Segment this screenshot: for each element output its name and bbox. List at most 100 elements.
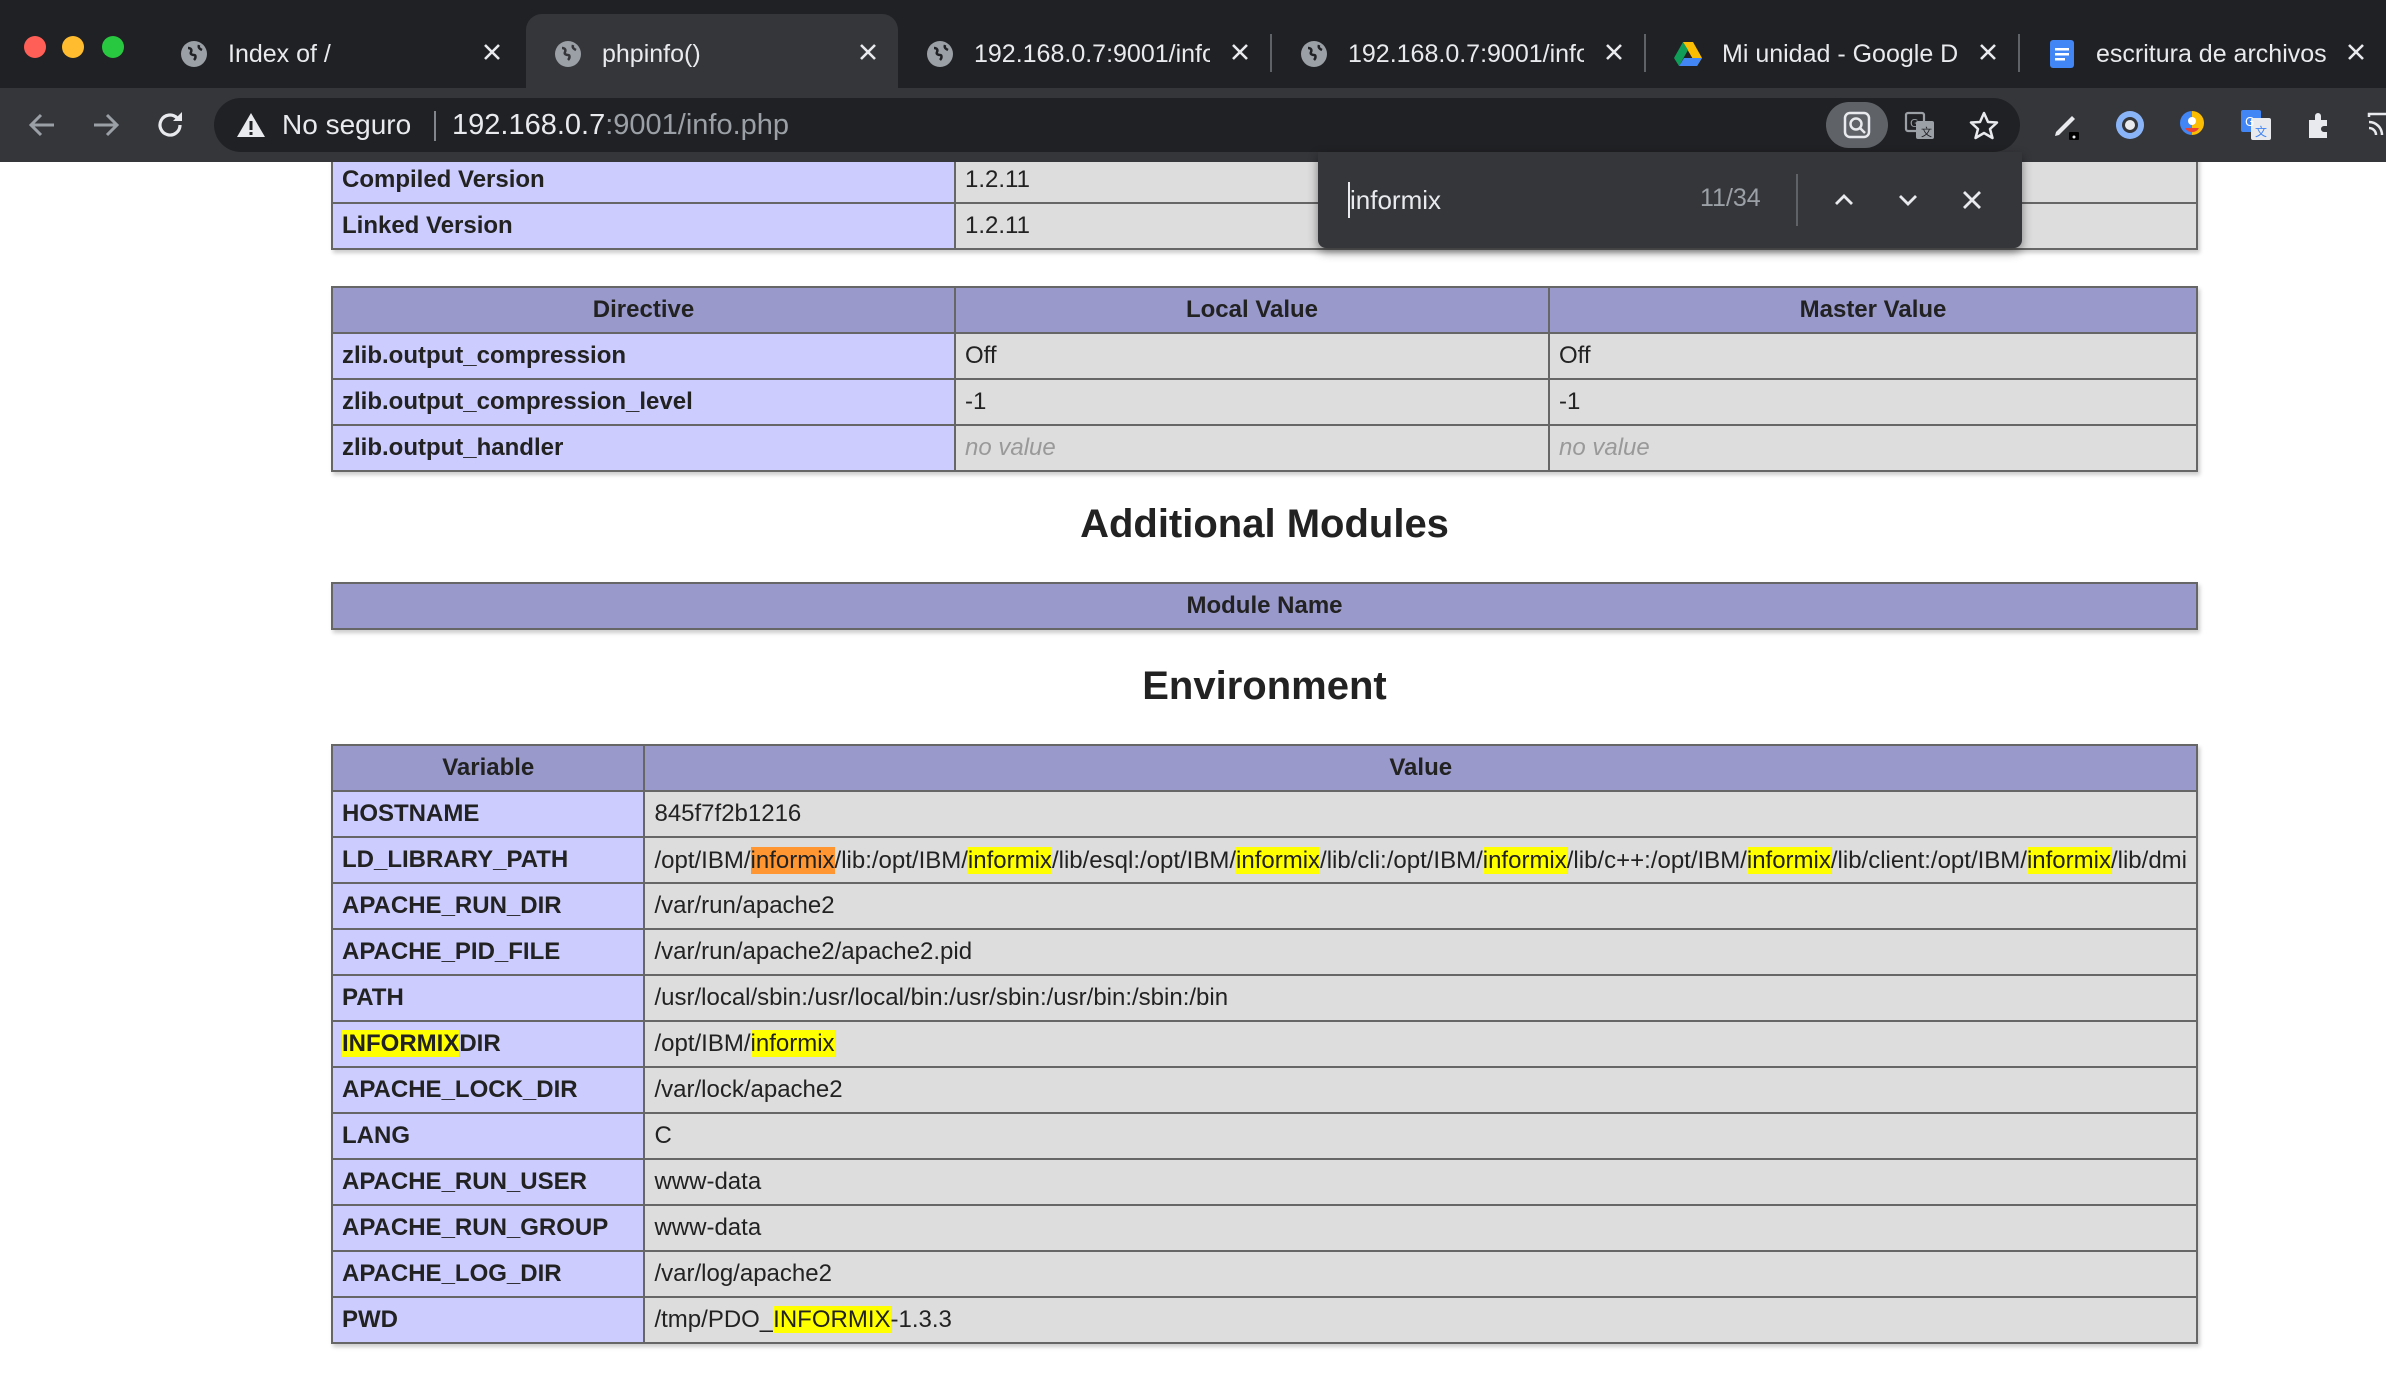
close-icon[interactable] xyxy=(2340,36,2372,68)
table-row: INFORMIXDIR/opt/IBM/informix xyxy=(330,1020,2198,1068)
table-row: APACHE_LOCK_DIR/var/lock/apache2 xyxy=(330,1066,2198,1114)
variable-value: C xyxy=(643,1112,2198,1160)
tab-title: 192.168.0.7:9001/info xyxy=(1348,40,1584,68)
find-in-page-lens-icon[interactable] xyxy=(1826,102,1888,148)
column-header: Variable xyxy=(330,744,646,792)
table-row: LANG C xyxy=(330,1112,2198,1160)
address-bar[interactable]: No seguro 192.168.0.7:9001/info.php G文 xyxy=(214,98,2020,152)
tab-index[interactable]: Index of / xyxy=(152,14,522,88)
color-extension-icon[interactable] xyxy=(2172,105,2212,145)
reload-button[interactable] xyxy=(150,105,190,145)
find-next-button[interactable] xyxy=(1886,178,1930,222)
close-icon[interactable] xyxy=(852,36,884,68)
table-header-row: Variable Value xyxy=(330,744,2198,792)
tab-title: escritura de archivos xyxy=(2096,40,2326,68)
variable-name: INFORMIXDIR xyxy=(330,1020,646,1068)
search-match: informix xyxy=(967,846,1052,874)
variable-value: /usr/local/sbin:/usr/local/bin:/usr/sbin… xyxy=(643,974,2198,1022)
modules-table: Module Name xyxy=(331,582,2198,630)
window-minimize-button[interactable] xyxy=(62,36,84,58)
globe-icon xyxy=(1299,39,1329,69)
table-row: APACHE_RUN_GROUP www-data xyxy=(330,1204,2198,1252)
tab-google-docs[interactable]: escritura de archivos xyxy=(2020,14,2386,88)
url-text[interactable]: 192.168.0.7:9001/info.php xyxy=(452,110,789,140)
bookmark-star-icon[interactable] xyxy=(1964,106,2004,146)
table-row: APACHE_RUN_DIR/var/run/apache2 xyxy=(330,882,2198,930)
omnibox-divider xyxy=(434,111,436,141)
master-value: Off xyxy=(1548,332,2198,380)
variable-name: APACHE_RUN_USER xyxy=(330,1158,646,1206)
svg-text:文: 文 xyxy=(1921,125,1932,139)
variable-value: www-data xyxy=(643,1158,2198,1206)
find-previous-button[interactable] xyxy=(1822,178,1866,222)
cast-icon[interactable] xyxy=(2362,105,2386,145)
search-match: informix xyxy=(1236,846,1321,874)
find-input[interactable] xyxy=(1348,182,1668,218)
variable-name: LANG xyxy=(330,1112,646,1160)
column-header: Value xyxy=(643,744,2198,792)
pen-extension-icon[interactable] xyxy=(2046,105,2086,145)
window-close-button[interactable] xyxy=(24,36,46,58)
variable-value: /var/run/apache2/apache2.pid xyxy=(643,928,2198,976)
column-header: Module Name xyxy=(331,582,2198,630)
environment-heading: Environment xyxy=(1142,664,1387,708)
close-icon[interactable] xyxy=(1598,36,1630,68)
local-value: -1 xyxy=(954,378,1550,426)
table-row: APACHE_LOG_DIR/var/log/apache2 xyxy=(330,1250,2198,1298)
url-path: :9001/info.php xyxy=(605,109,790,141)
environment-rows: HOSTNAME 845f7f2b1216 LD_LIBRARY_PATH/opt/… xyxy=(330,790,2198,1344)
variable-value: www-data xyxy=(643,1204,2198,1252)
table-row: APACHE_PID_FILE/var/run/apache2/apache2.… xyxy=(330,928,2198,976)
google-docs-icon xyxy=(2047,39,2077,69)
find-bar: 11/34 xyxy=(1318,152,2022,248)
local-value: Off xyxy=(954,332,1550,380)
tab-title: Mi unidad - Google D xyxy=(1722,40,1958,68)
close-icon[interactable] xyxy=(1224,36,1256,68)
search-match: INFORMIX xyxy=(773,1306,891,1333)
find-match-count: 11/34 xyxy=(1700,184,1761,212)
close-icon[interactable] xyxy=(476,36,508,68)
close-icon[interactable] xyxy=(1972,36,2004,68)
directive-table: Directive Local Value Master Value zlib.… xyxy=(331,286,2198,472)
tab-phpinfo[interactable]: phpinfo() xyxy=(526,14,898,88)
table-row: PATH/usr/local/sbin:/usr/local/bin:/usr/… xyxy=(330,974,2198,1022)
security-label[interactable]: No seguro xyxy=(282,110,411,140)
table-row: LD_LIBRARY_PATH/opt/IBM/informix/lib:/op… xyxy=(330,836,2198,884)
search-match: informix xyxy=(750,1030,835,1057)
master-value: no value xyxy=(1548,424,2198,472)
variable-name: PATH xyxy=(330,974,646,1022)
variable-value: /tmp/PDO_INFORMIX-1.3.3 xyxy=(643,1296,2198,1344)
find-close-button[interactable] xyxy=(1950,178,1994,222)
variable-name: APACHE_RUN_DIR xyxy=(330,882,646,930)
warning-icon[interactable] xyxy=(236,112,266,143)
variable-value: /opt/IBM/informix/lib:/opt/IBM/informix/… xyxy=(643,836,2198,884)
row-label: Compiled Version xyxy=(331,162,956,204)
circle-extension-icon[interactable] xyxy=(2110,105,2150,145)
variable-name: PWD xyxy=(330,1296,646,1344)
variable-name: HOSTNAME xyxy=(330,790,646,838)
extensions-puzzle-icon[interactable] xyxy=(2300,105,2340,145)
tab-google-drive[interactable]: Mi unidad - Google D xyxy=(1646,14,2018,88)
window-zoom-button[interactable] xyxy=(102,36,124,58)
tab-strip: Index of / phpinfo() 192.168.0.7:9001/in… xyxy=(0,0,2386,88)
search-match: informix xyxy=(1746,846,1831,874)
table-row: zlib.output_handler no value no value xyxy=(331,424,2198,472)
page-content: Compiled Version 1.2.11 Linked Version 1… xyxy=(0,162,2386,1382)
row-label: Linked Version xyxy=(331,202,956,250)
tab-info-1[interactable]: 192.168.0.7:9001/info xyxy=(898,14,1270,88)
translate-icon[interactable]: G文 xyxy=(1900,106,1940,146)
back-button[interactable] xyxy=(22,105,62,145)
column-header: Directive xyxy=(331,286,956,334)
table-header-row: Module Name xyxy=(331,582,2198,630)
browser-toolbar: No seguro 192.168.0.7:9001/info.php G文 G… xyxy=(0,88,2386,162)
table-row: PWD/tmp/PDO_INFORMIX-1.3.3 xyxy=(330,1296,2198,1344)
globe-icon xyxy=(925,39,955,69)
variable-value: 845f7f2b1216 xyxy=(643,790,2198,838)
tab-info-2[interactable]: 192.168.0.7:9001/info xyxy=(1272,14,1644,88)
table-row: APACHE_RUN_USER www-data xyxy=(330,1158,2198,1206)
forward-button[interactable] xyxy=(86,105,126,145)
google-translate-icon[interactable]: G文 xyxy=(2236,105,2276,145)
search-match: informix xyxy=(1482,846,1567,874)
variable-name: APACHE_RUN_GROUP xyxy=(330,1204,646,1252)
master-value: -1 xyxy=(1548,378,2198,426)
